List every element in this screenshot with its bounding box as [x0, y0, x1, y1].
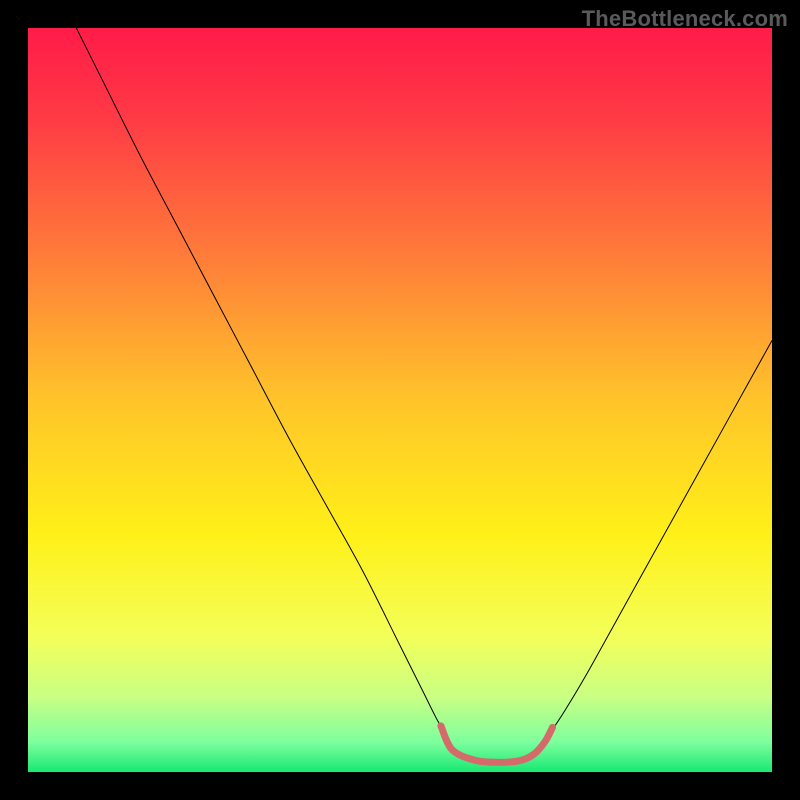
chart-svg	[28, 28, 772, 772]
plot-area	[28, 28, 772, 772]
chart-frame: TheBottleneck.com	[0, 0, 800, 800]
gradient-background	[28, 28, 772, 772]
watermark-text: TheBottleneck.com	[582, 6, 788, 32]
